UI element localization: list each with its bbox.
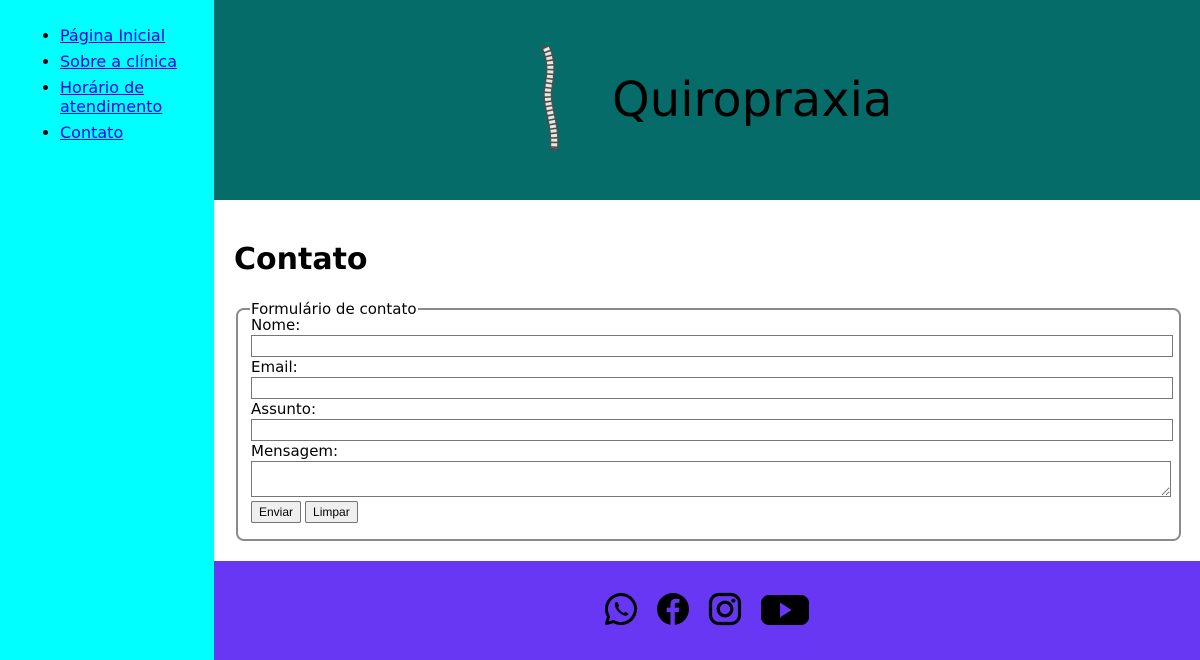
- nav-link-home[interactable]: Página Inicial: [60, 26, 165, 45]
- nav-list: Página Inicial Sobre a clínica Horário d…: [0, 0, 214, 142]
- email-field[interactable]: [251, 377, 1173, 399]
- site-title: Quiropraxia: [612, 72, 893, 128]
- form-buttons: Enviar Limpar: [251, 501, 1173, 523]
- subject-field[interactable]: [251, 419, 1173, 441]
- message-textarea[interactable]: [251, 461, 1171, 497]
- site-header: Quiropraxia: [214, 0, 1200, 200]
- youtube-icon[interactable]: [760, 592, 810, 626]
- nav-link-contact[interactable]: Contato: [60, 123, 123, 142]
- contact-fieldset: Formulário de contato Nome: Email: Assun…: [236, 301, 1181, 541]
- submit-button[interactable]: Enviar: [251, 501, 302, 523]
- main-content: Contato Formulário de contato Nome: Emai…: [214, 200, 1200, 561]
- nav-item-hours: Horário de atendimento: [60, 78, 214, 116]
- message-label: Mensagem:: [251, 442, 339, 460]
- subject-label: Assunto:: [251, 400, 317, 418]
- nav-link-about[interactable]: Sobre a clínica: [60, 52, 177, 71]
- nav-item-about: Sobre a clínica: [60, 52, 214, 71]
- nav-item-contact: Contato: [60, 123, 214, 142]
- facebook-icon[interactable]: [656, 592, 690, 626]
- site-footer: [214, 561, 1200, 660]
- form-legend: Formulário de contato: [251, 300, 417, 318]
- nav-link-hours[interactable]: Horário de atendimento: [60, 78, 162, 116]
- spine-icon: [541, 46, 559, 150]
- sidebar-nav: Página Inicial Sobre a clínica Horário d…: [0, 0, 214, 660]
- nav-item-home: Página Inicial: [60, 26, 214, 45]
- page-title: Contato: [234, 242, 368, 277]
- whatsapp-icon[interactable]: [604, 592, 638, 626]
- name-field[interactable]: [251, 335, 1173, 357]
- instagram-icon[interactable]: [708, 592, 742, 626]
- name-label: Nome:: [251, 316, 301, 334]
- email-label: Email:: [251, 358, 298, 376]
- reset-button[interactable]: Limpar: [305, 501, 358, 523]
